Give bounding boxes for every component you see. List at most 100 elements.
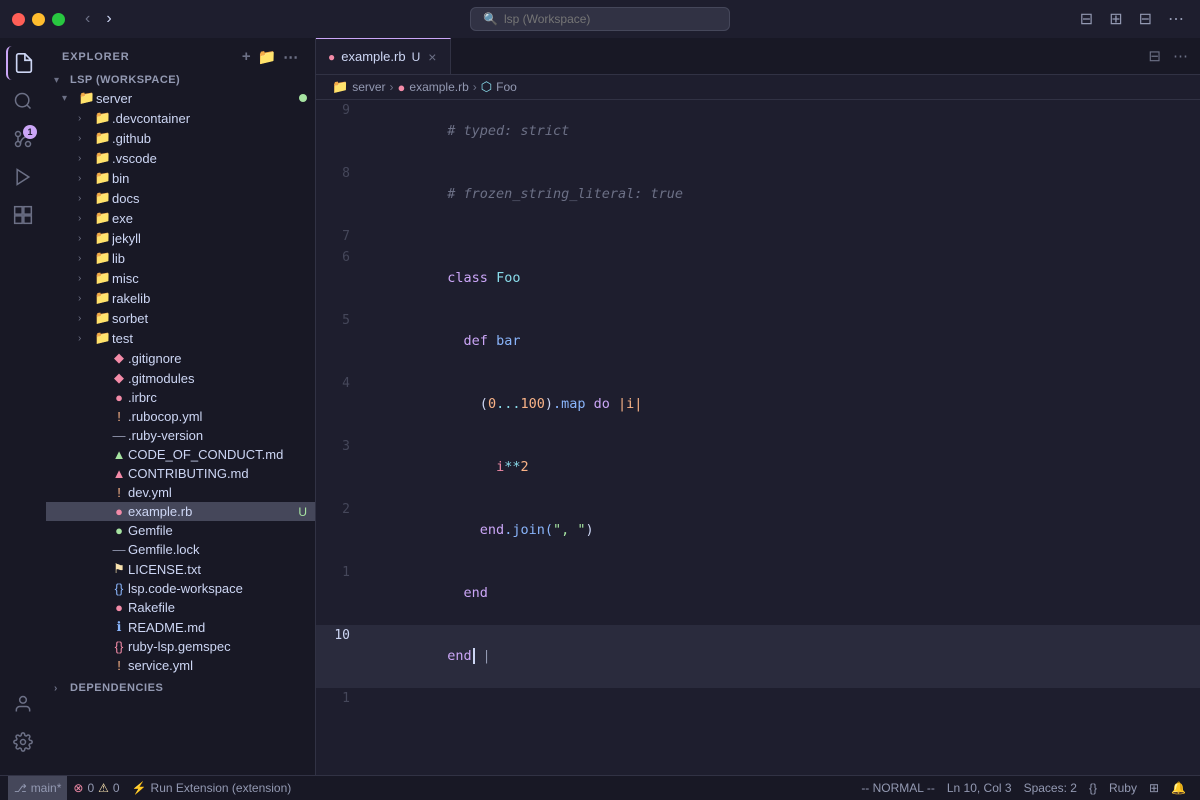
folder-label: lib	[112, 251, 315, 266]
maximize-button[interactable]	[52, 13, 65, 26]
status-encoding[interactable]: {}	[1083, 776, 1103, 800]
settings-button[interactable]: ⋯	[1164, 7, 1188, 31]
dependencies-section[interactable]: › DEPENDENCIES	[46, 679, 315, 697]
folder-icon: 📁	[94, 270, 112, 286]
sidebar-item-devcontainer[interactable]: › 📁 .devcontainer	[46, 108, 315, 128]
sidebar-item-gemfile[interactable]: ● Gemfile	[46, 521, 315, 540]
sidebar-item-license[interactable]: ⚑ LICENSE.txt	[46, 559, 315, 579]
code-token: end	[464, 585, 488, 601]
new-folder-icon[interactable]: 📁	[258, 48, 278, 66]
sidebar-item-server[interactable]: ▾ 📁 server	[46, 88, 315, 108]
layout-button[interactable]: ⊞	[1105, 7, 1126, 31]
sidebar-item-misc[interactable]: › 📁 misc	[46, 268, 315, 288]
close-button[interactable]	[12, 13, 25, 26]
status-language[interactable]: Ruby	[1103, 776, 1143, 800]
sidebar-item-rakefile[interactable]: ● Rakefile	[46, 598, 315, 617]
workspace-root[interactable]: ▾ LSP (WORKSPACE)	[46, 72, 315, 88]
status-notifications[interactable]: 🔔	[1165, 776, 1192, 800]
activity-extensions[interactable]	[6, 198, 40, 232]
tab-label: example.rb	[341, 49, 405, 64]
code-token: )	[545, 396, 553, 412]
tab-modified-indicator: U	[412, 50, 421, 64]
sidebar-item-readme[interactable]: ℹ README.md	[46, 617, 315, 637]
folder-label: test	[112, 331, 315, 346]
breadcrumb-symbol[interactable]: Foo	[496, 80, 517, 94]
breadcrumb-server[interactable]: server	[352, 80, 385, 94]
sidebar-item-lib[interactable]: › 📁 lib	[46, 248, 315, 268]
code-token: )	[585, 522, 593, 538]
file-label: example.rb	[128, 504, 298, 519]
status-errors[interactable]: ⊗ 0 ⚠ 0	[67, 776, 125, 800]
more-actions-button[interactable]: ⋯	[1169, 43, 1192, 69]
folder-icon: 📁	[94, 250, 112, 266]
status-spaces[interactable]: Spaces: 2	[1018, 776, 1083, 800]
status-bar: ⎇ main* ⊗ 0 ⚠ 0 ⚡ Run Extension (extensi…	[0, 775, 1200, 800]
tab-close-button[interactable]: ×	[426, 49, 438, 65]
folder-label: bin	[112, 171, 315, 186]
nav-back-button[interactable]: ‹	[81, 8, 94, 30]
activity-source-control[interactable]: 1	[6, 122, 40, 156]
sidebar-item-workspace[interactable]: {} lsp.code-workspace	[46, 579, 315, 598]
activity-bar: 1	[0, 38, 46, 775]
sidebar-item-dev-yml[interactable]: ! dev.yml	[46, 483, 315, 502]
activity-search[interactable]	[6, 84, 40, 118]
activity-run-debug[interactable]	[6, 160, 40, 194]
sidebar-item-irbrc[interactable]: ● .irbrc	[46, 388, 315, 407]
line-content: i**2	[366, 436, 1200, 499]
split-editor-button[interactable]: ⊟	[1076, 7, 1097, 31]
sidebar-item-gemspec[interactable]: {} ruby-lsp.gemspec	[46, 637, 315, 656]
sidebar-item-bin[interactable]: › 📁 bin	[46, 168, 315, 188]
sidebar-item-github[interactable]: › 📁 .github	[46, 128, 315, 148]
new-file-icon[interactable]: +	[242, 48, 252, 66]
customize-layout-button[interactable]: ⊟	[1135, 7, 1156, 31]
sidebar-item-rakelib[interactable]: › 📁 rakelib	[46, 288, 315, 308]
tab-file-icon: ●	[328, 50, 335, 64]
sidebar-item-example-rb[interactable]: ● example.rb U	[46, 502, 315, 521]
split-editor-button[interactable]: ⊟	[1144, 43, 1165, 69]
sidebar-item-exe[interactable]: › 📁 exe	[46, 208, 315, 228]
status-run-task[interactable]: ⚡ Run Extension (extension)	[126, 776, 298, 800]
status-position[interactable]: Ln 10, Col 3	[941, 776, 1018, 800]
folder-icon: 📁	[94, 210, 112, 226]
code-token	[447, 585, 463, 601]
code-token: ...	[496, 396, 520, 412]
minimize-button[interactable]	[32, 13, 45, 26]
sidebar-item-rubocop[interactable]: ! .rubocop.yml	[46, 407, 315, 426]
file-icon: !	[110, 409, 128, 424]
nav-forward-button[interactable]: ›	[102, 8, 115, 30]
activity-explorer[interactable]	[6, 46, 40, 80]
activity-accounts[interactable]	[6, 687, 40, 721]
sidebar-item-ruby-version[interactable]: — .ruby-version	[46, 426, 315, 445]
code-editor[interactable]: 9 # typed: strict 8 # frozen_string_lite…	[316, 100, 1200, 775]
sidebar-item-gemfile-lock[interactable]: — Gemfile.lock	[46, 540, 315, 559]
code-line-4: 4 (0...100).map do |i|	[316, 373, 1200, 436]
chevron-right-icon: ›	[54, 683, 70, 694]
chevron-right-icon: ›	[78, 333, 94, 344]
file-icon: —	[110, 542, 128, 557]
chevron-right-icon: ›	[78, 273, 94, 284]
status-layout[interactable]: ⊞	[1143, 776, 1165, 800]
run-icon: ⚡	[132, 781, 147, 795]
code-token: bar	[496, 333, 520, 349]
breadcrumb-file[interactable]: example.rb	[409, 80, 468, 94]
code-line-7: 7	[316, 226, 1200, 247]
status-branch[interactable]: ⎇ main*	[8, 776, 67, 800]
status-vim-mode[interactable]: -- NORMAL --	[855, 776, 941, 800]
sidebar-item-jekyll[interactable]: › 📁 jekyll	[46, 228, 315, 248]
tab-example-rb[interactable]: ● example.rb U ×	[316, 38, 451, 74]
activity-settings[interactable]	[6, 725, 40, 759]
search-bar[interactable]: 🔍	[470, 7, 730, 31]
sidebar-item-gitmodules[interactable]: ◆ .gitmodules	[46, 368, 315, 388]
sidebar-item-sorbet[interactable]: › 📁 sorbet	[46, 308, 315, 328]
search-input[interactable]	[504, 12, 717, 26]
sidebar-item-vscode[interactable]: › 📁 .vscode	[46, 148, 315, 168]
breadcrumb-separator: ›	[473, 80, 477, 94]
sidebar-item-service-yml[interactable]: ! service.yml	[46, 656, 315, 675]
sidebar-item-gitignore[interactable]: ◆ .gitignore	[46, 348, 315, 368]
sidebar-item-docs[interactable]: › 📁 docs	[46, 188, 315, 208]
more-actions-icon[interactable]: ⋯	[283, 48, 299, 66]
sidebar-item-contributing[interactable]: ▲ CONTRIBUTING.md	[46, 464, 315, 483]
sidebar-item-code-of-conduct[interactable]: ▲ CODE_OF_CONDUCT.md	[46, 445, 315, 464]
sidebar-item-test[interactable]: › 📁 test	[46, 328, 315, 348]
sidebar-header-actions: + 📁 ⋯	[242, 48, 299, 66]
